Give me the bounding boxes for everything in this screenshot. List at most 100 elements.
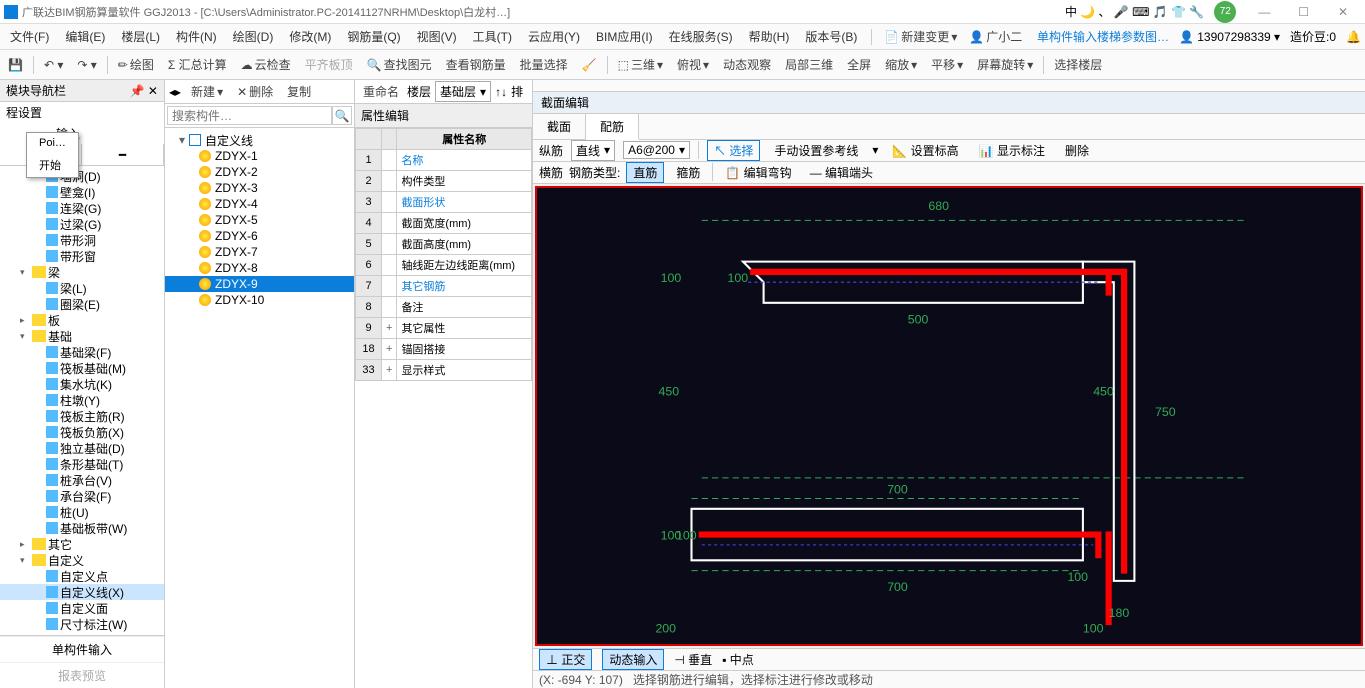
comp-item[interactable]: ZDYX-10 [165, 292, 354, 308]
tree-item[interactable]: ▾梁 [0, 264, 164, 280]
comp-root[interactable]: ▾ 自定义线 [165, 132, 354, 148]
tab-section[interactable]: 截面 [533, 114, 586, 139]
tree-item[interactable]: 筏板主筋(R) [0, 408, 164, 424]
tree-item[interactable]: 集水坑(K) [0, 376, 164, 392]
draw-button[interactable]: ✏ 绘图 [114, 54, 158, 75]
tab-minus[interactable]: ━ [82, 144, 164, 165]
prop-row[interactable]: 4截面宽度(mm) [356, 213, 532, 234]
prop-row[interactable]: 2构件类型 [356, 171, 532, 192]
tree-item[interactable]: 过梁(G) [0, 216, 164, 232]
menu-floor[interactable]: 楼层(L) [115, 26, 166, 47]
pan-button[interactable]: 平移 ▾ [927, 54, 967, 75]
search-input[interactable] [167, 106, 332, 125]
tab-rebar[interactable]: 配筋 [586, 114, 639, 140]
drawing-canvas[interactable]: 680 100 100 500 450 450 750 700 100 100 … [535, 186, 1363, 646]
tree-item[interactable]: 连梁(G) [0, 200, 164, 216]
tree-item[interactable]: ▾基础 [0, 328, 164, 344]
nav-tree[interactable]: 墙洞(D)壁龛(I)连梁(G)过梁(G)带形洞带形窗▾梁梁(L)圈梁(E)▸板▾… [0, 166, 164, 635]
tree-item[interactable]: 尺寸标注(W) [0, 616, 164, 632]
dynamic-view-button[interactable]: 动态观察 [719, 54, 775, 75]
save-icon[interactable]: 💾 [4, 56, 27, 74]
straight-button[interactable]: 直筋 [626, 162, 664, 183]
zoom-button[interactable]: 缩放 ▾ [881, 54, 921, 75]
tree-item[interactable]: 基础梁(F) [0, 344, 164, 360]
menu-rebar[interactable]: 钢筋量(Q) [341, 26, 406, 47]
prop-row[interactable]: 7其它钢筋 [356, 276, 532, 297]
tree-item[interactable]: 自定义点 [0, 568, 164, 584]
prop-row[interactable]: 33+显示样式 [356, 360, 532, 381]
tree-item[interactable]: 桩承台(V) [0, 472, 164, 488]
tree-item[interactable]: 圈梁(E) [0, 296, 164, 312]
menu-bim[interactable]: BIM应用(I) [590, 26, 659, 47]
tree-item[interactable]: 柱墩(Y) [0, 392, 164, 408]
popup-item-start[interactable]: 开始 [27, 153, 78, 177]
menu-modify[interactable]: 修改(M) [283, 26, 337, 47]
tree-item[interactable]: 桩(U) [0, 504, 164, 520]
ortho-toggle[interactable]: ⊥ 正交 [539, 649, 592, 670]
set-elev-button[interactable]: 📐 设置标高 [886, 141, 964, 160]
prop-row[interactable]: 8备注 [356, 297, 532, 318]
menu-help[interactable]: 帮助(H) [743, 26, 796, 47]
comp-item[interactable]: ZDYX-9 [165, 276, 354, 292]
tree-item[interactable]: 自定义线(X) [0, 584, 164, 600]
fullscreen-button[interactable]: 全屏 [843, 54, 875, 75]
bell-icon[interactable]: 🔔 [1346, 30, 1361, 44]
tree-item[interactable]: 自定义面 [0, 600, 164, 616]
menu-cloud[interactable]: 云应用(Y) [522, 26, 586, 47]
menu-component[interactable]: 构件(N) [170, 26, 223, 47]
prop-row[interactable]: 18+锚固搭接 [356, 339, 532, 360]
cloud-check-button[interactable]: ☁ 云检查 [237, 54, 295, 75]
flat-button[interactable]: 平齐板顶 [301, 54, 357, 75]
minimize-button[interactable]: — [1246, 5, 1282, 19]
undo-button[interactable]: ↶ ▾ [40, 56, 67, 74]
3d-button[interactable]: ⬚ 三维 ▾ [614, 54, 667, 75]
prop-row[interactable]: 5截面高度(mm) [356, 234, 532, 255]
edit-end-button[interactable]: — 编辑端头 [804, 163, 879, 182]
new-change-button[interactable]: 📄 新建变更 ▾ [880, 26, 961, 47]
menu-version[interactable]: 版本号(B) [799, 26, 863, 47]
component-tree[interactable]: ▾ 自定义线ZDYX-1ZDYX-2ZDYX-3ZDYX-4ZDYX-5ZDYX… [165, 128, 354, 688]
rename-button[interactable]: 重命名 [359, 81, 403, 102]
property-table[interactable]: 属性名称 1名称2构件类型3截面形状4截面宽度(mm)5截面高度(mm)6轴线距… [355, 128, 532, 381]
find-button[interactable]: 🔍 查找图元 [363, 54, 436, 75]
menu-draw[interactable]: 绘图(D) [227, 26, 280, 47]
dynamic-input-toggle[interactable]: 动态输入 [602, 649, 664, 670]
prop-row[interactable]: 1名称 [356, 150, 532, 171]
spec-select[interactable]: A6@200 ▾ [623, 141, 690, 159]
comp-item[interactable]: ZDYX-5 [165, 212, 354, 228]
menu-tool[interactable]: 工具(T) [467, 26, 518, 47]
select-button[interactable]: ↖ 选择 [707, 140, 760, 161]
sum-button[interactable]: Σ 汇总计算 [164, 54, 231, 75]
edit-hook-button[interactable]: 📋 编辑弯钩 [719, 163, 797, 182]
tree-item[interactable]: 筏板负筋(X) [0, 424, 164, 440]
single-input-button[interactable]: 单构件输入 [0, 636, 164, 662]
tree-item[interactable]: 梁(L) [0, 280, 164, 296]
line-select[interactable]: 直线 ▾ [571, 140, 615, 161]
tree-item[interactable]: 带形窗 [0, 248, 164, 264]
comp-item[interactable]: ZDYX-1 [165, 148, 354, 164]
menu-edit[interactable]: 编辑(E) [59, 26, 111, 47]
perp-snap[interactable]: ⊣ 垂直 [674, 651, 712, 668]
close-button[interactable]: ✕ [1325, 5, 1361, 19]
rotate-button[interactable]: 屏幕旋转 ▾ [973, 54, 1037, 75]
rebar-view-button[interactable]: 查看钢筋量 [442, 54, 510, 75]
tree-item[interactable]: 承台梁(F) [0, 488, 164, 504]
floor-select[interactable]: 基础层 ▾ [435, 81, 491, 102]
select-floor-button[interactable]: 选择楼层 [1050, 54, 1106, 75]
comp-item[interactable]: ZDYX-6 [165, 228, 354, 244]
menu-file[interactable]: 文件(F) [4, 26, 55, 47]
mid-snap[interactable]: ▪ 中点 [722, 651, 754, 668]
tree-item[interactable]: 条形基础(T) [0, 456, 164, 472]
menu-view[interactable]: 视图(V) [411, 26, 463, 47]
tree-item[interactable]: ▸板 [0, 312, 164, 328]
comp-item[interactable]: ZDYX-3 [165, 180, 354, 196]
eraser-icon[interactable]: 🧹 [578, 56, 601, 74]
search-button[interactable]: 🔍 [332, 106, 352, 125]
tree-item[interactable]: 壁龛(I) [0, 184, 164, 200]
batch-select-button[interactable]: 批量选择 [516, 54, 572, 75]
new-comp-button[interactable]: 新建 ▾ [187, 81, 227, 102]
tree-item[interactable]: 筏板基础(M) [0, 360, 164, 376]
copy-comp-button[interactable]: 复制 [283, 81, 315, 102]
overview-button[interactable]: 俯视 ▾ [673, 54, 713, 75]
popup-item-poi[interactable]: Poi… [27, 133, 78, 153]
